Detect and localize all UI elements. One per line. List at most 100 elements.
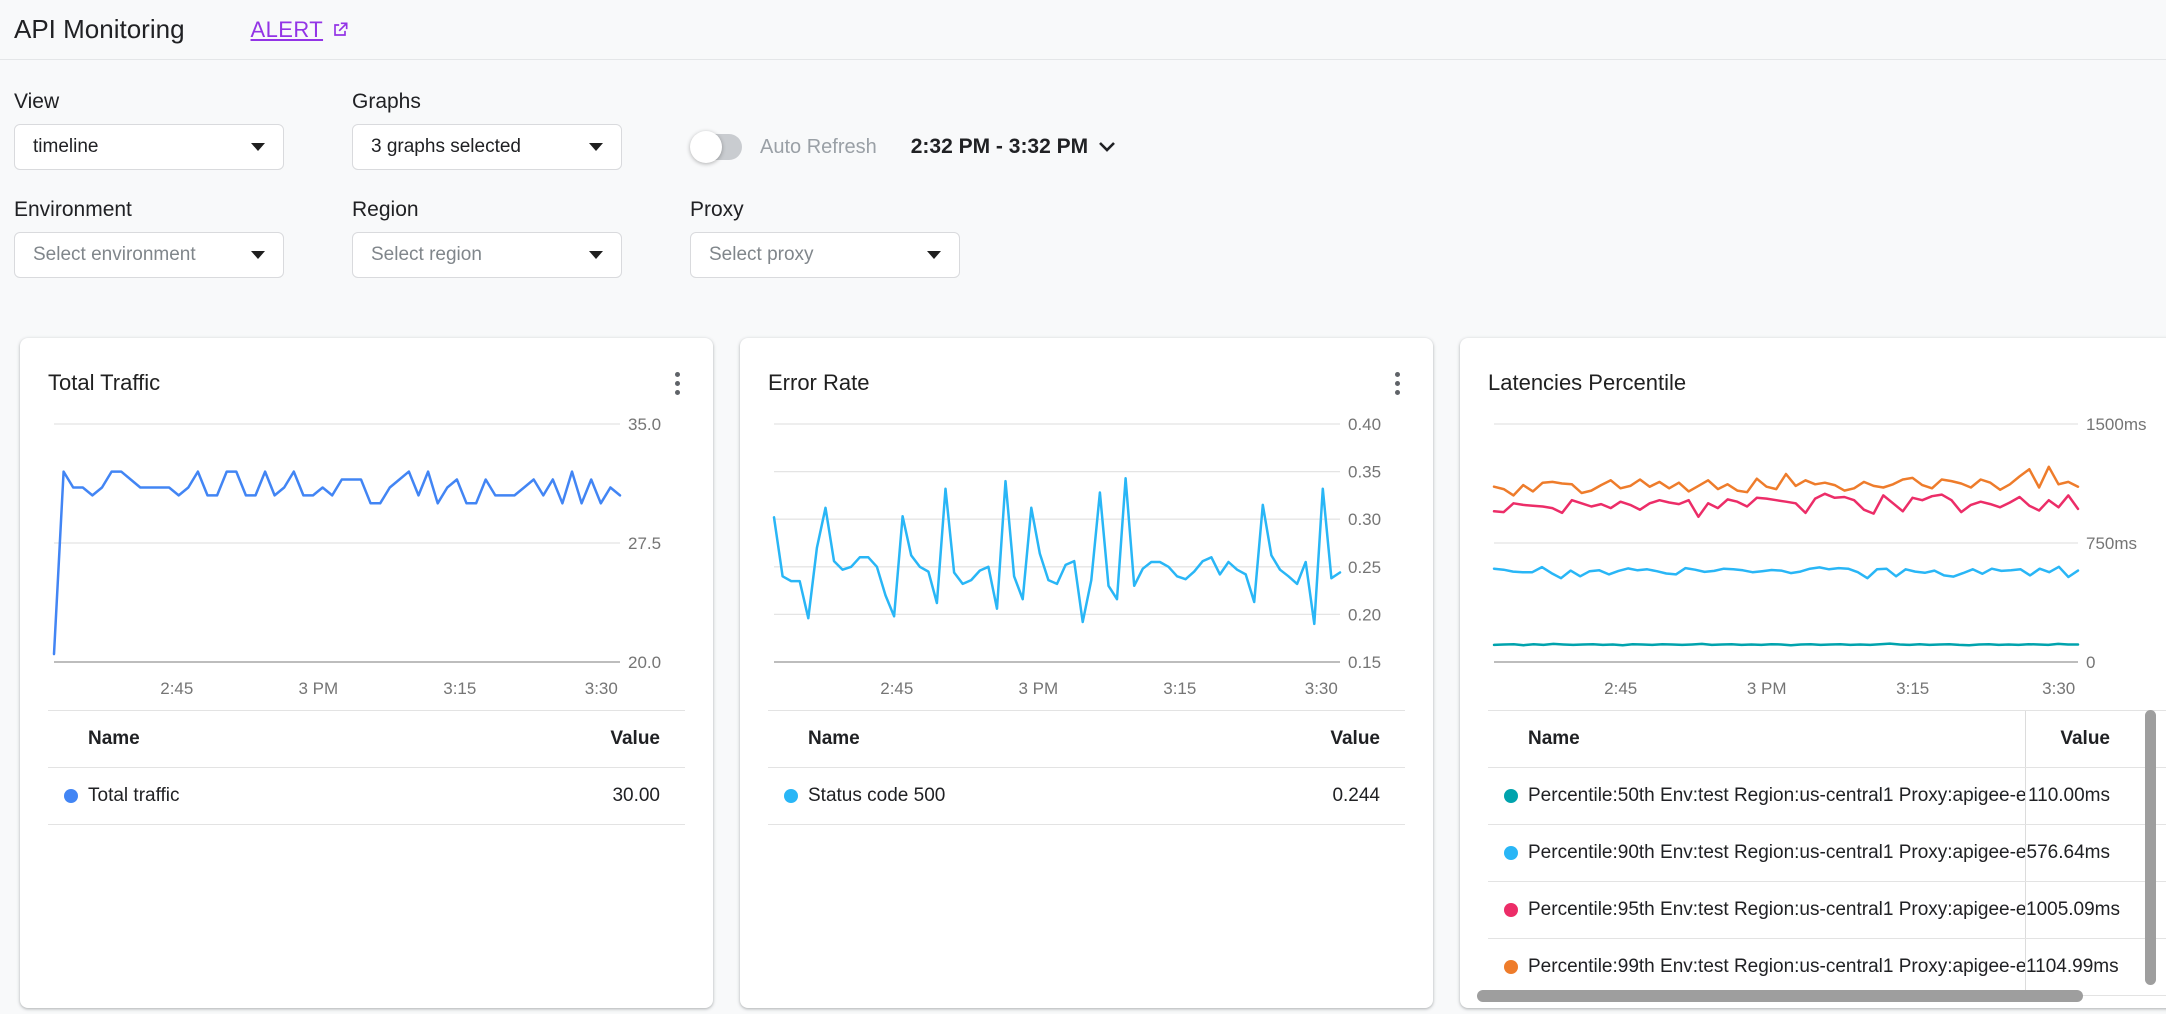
- latencies-legend-table: NameValue Percentile:50th Env:test Region…: [1488, 710, 2166, 996]
- x-axis-tick-label: 3:30: [1305, 679, 1338, 698]
- y-axis-tick-label: 35.0: [628, 415, 661, 434]
- card-title: Total Traffic: [48, 370, 160, 396]
- graphs-select[interactable]: 3 graphs selected: [352, 124, 622, 170]
- card-menu-button[interactable]: [670, 367, 685, 400]
- column-header-name: Name: [88, 728, 610, 750]
- time-range-value: 2:32 PM - 3:32 PM: [911, 135, 1088, 159]
- total-traffic-legend-table: NameValueTotal traffic30.00: [48, 710, 685, 825]
- series-name: Percentile:95th Env:test Region:us-centr…: [1528, 899, 2025, 921]
- filters-bar: View timeline Graphs 3 graphs selected A…: [0, 60, 2166, 278]
- environment-select[interactable]: Select environment: [14, 232, 284, 278]
- open-in-new-icon: [330, 20, 350, 40]
- proxy-select-placeholder: Select proxy: [709, 244, 814, 266]
- latencies-percentile-card: Latencies Percentile 0750ms1500ms2:453 P…: [1460, 338, 2166, 1008]
- y-axis-tick-label: 0.40: [1348, 415, 1381, 434]
- proxy-label: Proxy: [690, 198, 960, 222]
- view-select-value: timeline: [33, 136, 98, 158]
- series-color-dot: [1504, 846, 1518, 860]
- vertical-scrollbar[interactable]: [2145, 710, 2156, 985]
- charts-row: Total Traffic 20.027.535.02:453 PM3:153:…: [0, 338, 2166, 1008]
- y-axis-tick-label: 0: [2086, 653, 2095, 672]
- card-header: Latencies Percentile: [1488, 338, 2166, 400]
- x-axis-tick-label: 3 PM: [298, 679, 338, 698]
- series-name: Percentile:50th Env:test Region:us-centr…: [1528, 785, 2025, 807]
- dropdown-caret-icon: [927, 251, 941, 259]
- chevron-down-icon: [1098, 141, 1116, 153]
- graphs-select-value: 3 graphs selected: [371, 136, 521, 158]
- x-axis-tick-label: 2:45: [1604, 679, 1637, 698]
- error-rate-card: Error Rate 0.150.200.250.300.350.402:453…: [740, 338, 1433, 1008]
- series-name: Status code 500: [808, 785, 1332, 807]
- error-rate-chart[interactable]: 0.150.200.250.300.350.402:453 PM3:153:30: [768, 410, 1405, 702]
- series-name: Percentile:99th Env:test Region:us-centr…: [1528, 956, 2025, 978]
- region-select[interactable]: Select region: [352, 232, 622, 278]
- legend-row[interactable]: Total traffic30.00: [48, 768, 685, 825]
- x-axis-tick-label: 3:15: [1163, 679, 1196, 698]
- proxy-filter-group: Proxy Select proxy: [690, 198, 960, 278]
- x-axis-tick-label: 3:15: [1896, 679, 1929, 698]
- proxy-select[interactable]: Select proxy: [690, 232, 960, 278]
- time-range-selector[interactable]: 2:32 PM - 3:32 PM: [911, 135, 1116, 159]
- y-axis-tick-label: 27.5: [628, 534, 661, 553]
- legend-row[interactable]: Status code 5000.244: [768, 768, 1405, 825]
- page-title: API Monitoring: [14, 14, 185, 45]
- alert-link[interactable]: ALERT: [251, 17, 351, 43]
- table-header-row: NameValue: [1488, 711, 2166, 768]
- series-line: [1494, 467, 2078, 496]
- legend-row[interactable]: Percentile:99th Env:test Region:us-centr…: [1488, 939, 2166, 996]
- region-filter-group: Region Select region: [352, 198, 622, 278]
- series-value: 30.00: [612, 785, 685, 807]
- y-axis-tick-label: 0.35: [1348, 463, 1381, 482]
- x-axis-tick-label: 2:45: [880, 679, 913, 698]
- x-axis-tick-label: 3:15: [443, 679, 476, 698]
- legend-row[interactable]: Percentile:95th Env:test Region:us-centr…: [1488, 882, 2166, 939]
- series-name: Total traffic: [88, 785, 612, 807]
- x-axis-tick-label: 2:45: [160, 679, 193, 698]
- alert-link-label: ALERT: [251, 17, 324, 43]
- region-label: Region: [352, 198, 622, 222]
- column-header-name: Name: [808, 728, 1330, 750]
- table-header-row: NameValue: [48, 711, 685, 768]
- top-bar: API Monitoring ALERT: [0, 0, 2166, 60]
- card-title: Latencies Percentile: [1488, 370, 1686, 396]
- x-axis-tick-label: 3 PM: [1018, 679, 1058, 698]
- series-color-dot: [1504, 960, 1518, 974]
- series-color-dot: [1504, 903, 1518, 917]
- card-menu-button[interactable]: [1390, 367, 1405, 400]
- horizontal-scrollbar[interactable]: [1477, 990, 2083, 1002]
- series-line: [774, 478, 1340, 624]
- table-header-row: NameValue: [768, 711, 1405, 768]
- auto-refresh-toggle[interactable]: [692, 134, 742, 160]
- y-axis-tick-label: 1500ms: [2086, 415, 2146, 434]
- legend-row[interactable]: Percentile:50th Env:test Region:us-centr…: [1488, 768, 2166, 825]
- total-traffic-card: Total Traffic 20.027.535.02:453 PM3:153:…: [20, 338, 713, 1008]
- view-label: View: [14, 90, 284, 114]
- view-select[interactable]: timeline: [14, 124, 284, 170]
- series-name: Percentile:90th Env:test Region:us-centr…: [1528, 842, 2025, 864]
- card-title: Error Rate: [768, 370, 869, 396]
- toggle-knob: [690, 131, 722, 163]
- series-line: [1494, 644, 2078, 646]
- x-axis-tick-label: 3:30: [585, 679, 618, 698]
- series-line: [1494, 567, 2078, 578]
- environment-filter-group: Environment Select environment: [14, 198, 284, 278]
- region-select-placeholder: Select region: [371, 244, 482, 266]
- graphs-label: Graphs: [352, 90, 622, 114]
- column-header-name: Name: [1528, 728, 2025, 750]
- auto-refresh-cluster: Auto Refresh 2:32 PM - 3:32 PM: [692, 124, 1116, 170]
- series-line: [1494, 494, 2078, 517]
- filters-row-2: Environment Select environment Region Se…: [14, 198, 2166, 278]
- series-color-dot: [1504, 789, 1518, 803]
- error-rate-legend-table: NameValueStatus code 5000.244: [768, 710, 1405, 825]
- column-header-value: Value: [610, 728, 685, 750]
- api-monitoring-page: API Monitoring ALERT View timeline Graph…: [0, 0, 2166, 1008]
- series-line: [54, 472, 620, 654]
- total-traffic-chart[interactable]: 20.027.535.02:453 PM3:153:30: [48, 410, 685, 702]
- y-axis-tick-label: 0.20: [1348, 605, 1381, 624]
- filters-row-1: View timeline Graphs 3 graphs selected A…: [14, 90, 2166, 170]
- environment-select-placeholder: Select environment: [33, 244, 196, 266]
- latencies-percentile-chart[interactable]: 0750ms1500ms2:453 PM3:153:30: [1488, 410, 2166, 702]
- auto-refresh-label: Auto Refresh: [760, 136, 877, 159]
- column-header-value: Value: [1330, 728, 1405, 750]
- legend-row[interactable]: Percentile:90th Env:test Region:us-centr…: [1488, 825, 2166, 882]
